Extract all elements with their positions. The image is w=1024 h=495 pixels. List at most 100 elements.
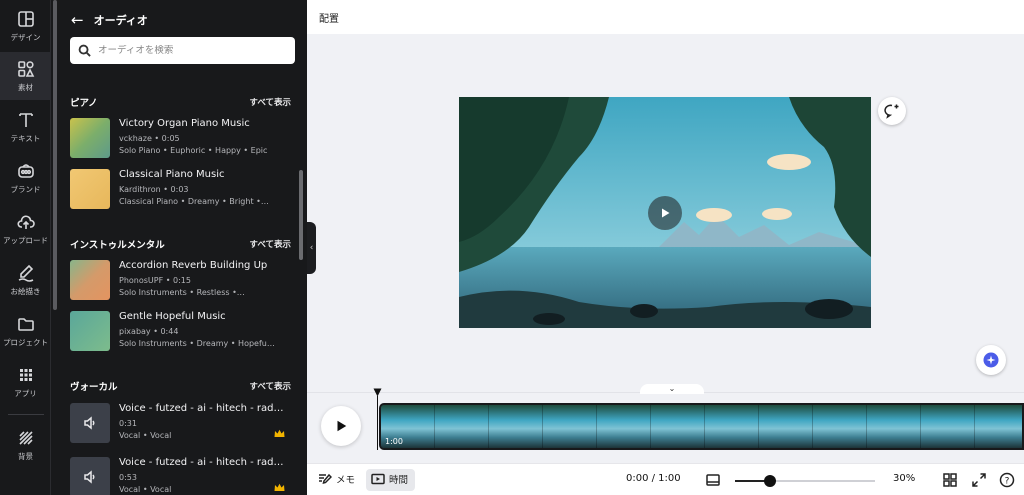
timeline-toggle-button[interactable]: 時間 [371,472,408,486]
page-view-icon [706,474,720,486]
elements-icon [17,60,34,77]
rail-item-brand[interactable]: ブランド [0,154,51,202]
timeline-collapse-tab[interactable]: ⌄ [640,384,704,394]
chevron-left-icon: ‹ [309,243,314,253]
search-input[interactable] [98,45,288,56]
rail-item-design[interactable]: デザイン [0,2,51,50]
background-pattern-icon [18,430,33,445]
time-label: 時間 [389,475,409,486]
brand-icon [17,163,34,178]
rail-item-text[interactable]: テキスト [0,103,51,151]
track-meta: vckhaze • 0:05 [119,134,180,143]
text-icon [18,112,33,127]
search-icon [78,44,91,57]
timeline-play-button[interactable] [321,406,361,446]
clip-frame [489,405,543,448]
rail-item-draw[interactable]: お絵描き [0,256,51,304]
section-title-piano: ピアノ [70,98,98,109]
grid-view-button[interactable] [942,472,958,488]
rail-label: アプリ [14,388,37,398]
help-glyph: ? [1005,476,1010,486]
clip-frame [867,405,921,448]
editor-topbar: 配置 [307,0,1024,34]
track-name: Voice - futzed - ai - hitech - radi… [119,403,284,414]
track-meta: pixabay • 0:44 [119,327,179,336]
rail-label: 背景 [18,451,33,461]
page-view-button[interactable] [705,472,721,488]
video-timeline-icon [371,473,385,485]
back-arrow-icon[interactable]: ← [71,11,84,29]
see-all-instrumental-link[interactable]: すべて表示 [249,238,291,250]
notes-button[interactable]: メモ [318,472,355,486]
notes-pencil-icon [319,473,332,485]
rail-label: テキスト [10,133,41,143]
track-thumbnail [70,118,110,158]
notes-label: メモ [336,475,356,486]
rail-label: デザイン [10,32,41,42]
zoom-slider-knob[interactable] [763,475,776,487]
panel-scrollbar[interactable] [299,170,303,260]
rail-label: プロジェクト [3,337,48,347]
list-item[interactable]: Voice - futzed - ai - hitech - radi… 0:3… [70,401,295,445]
video-clip-track[interactable]: 1:00 [379,403,1024,450]
play-icon [662,208,670,218]
crown-icon [274,483,285,491]
rail-item-elements[interactable]: 素材 [0,52,51,100]
track-name: Voice - futzed - ai - hitech - radi… [119,457,284,468]
time-display: 0:00 / 1:00 [626,473,681,484]
clip-frame [543,405,597,448]
rail-scrollbar[interactable] [53,0,57,310]
list-item[interactable]: Classical Piano Music Kardithron • 0:03 … [70,167,295,211]
rail-item-upload[interactable]: アップロード [0,205,51,253]
clip-frame [759,405,813,448]
editor-bottombar: メモ 時間 0:00 / 1:00 30% ? [307,463,1024,495]
expand-icon [972,473,986,487]
track-meta: Kardithron • 0:03 [119,185,189,194]
clip-frame [705,405,759,448]
track-tags: Solo Instruments • Restless •… [119,288,245,297]
section-title-vocal: ヴォーカル [70,382,118,393]
track-meta: 0:31 [119,419,137,428]
comment-plus-icon [884,104,899,119]
rail-item-projects[interactable]: プロジェクト [0,307,51,355]
sparkle-icon [983,352,999,368]
track-tags: Solo Instruments • Dreamy • Hopefu… [119,339,275,348]
fullscreen-button[interactable] [971,472,987,488]
magic-assistant-button[interactable] [976,345,1006,375]
audio-panel: ← オーディオ ピアノ すべて表示 Victory Organ Piano Mu… [51,0,307,495]
list-item[interactable]: Accordion Reverb Building Up PhonosUPF •… [70,258,295,302]
track-thumbnail [70,260,110,300]
position-button[interactable]: 配置 [319,10,339,25]
see-all-piano-link[interactable]: すべて表示 [249,96,291,108]
speaker-icon [84,416,95,430]
draw-icon [18,264,33,282]
play-icon [337,420,347,432]
list-item[interactable]: Victory Organ Piano Music vckhaze • 0:05… [70,116,295,160]
rail-item-background[interactable]: 背景 [0,421,51,469]
clip-frame [597,405,651,448]
search-box[interactable] [70,37,295,64]
collapse-panel-handle[interactable]: ‹ [307,222,316,274]
track-meta: 0:53 [119,473,137,482]
rail-label: ブランド [10,184,41,194]
clip-frame [921,405,975,448]
panel-title: オーディオ [93,14,148,27]
help-button[interactable]: ? [999,472,1015,488]
track-tags: Classical Piano • Dreamy • Bright •… [119,197,269,206]
clip-frame [651,405,705,448]
track-tags: Solo Piano • Euphoric • Happy • Epic [119,146,268,155]
see-all-vocal-link[interactable]: すべて表示 [249,380,291,392]
layout-icon [17,10,34,27]
list-item[interactable]: Voice - futzed - ai - hitech - radi… 0:5… [70,455,295,495]
canvas-play-button[interactable] [648,196,682,230]
folder-icon [17,317,34,331]
apps-grid-icon [19,368,32,381]
add-comment-button[interactable] [878,97,906,125]
list-item[interactable]: Gentle Hopeful Music pixabay • 0:44 Solo… [70,309,295,353]
rail-item-apps[interactable]: アプリ [0,358,51,406]
clip-frame [813,405,867,448]
track-tags: Vocal • Vocal [119,431,172,440]
zoom-percent: 30% [893,473,916,484]
rail-label: 素材 [18,82,33,92]
panel-header: ← オーディオ [71,11,148,29]
